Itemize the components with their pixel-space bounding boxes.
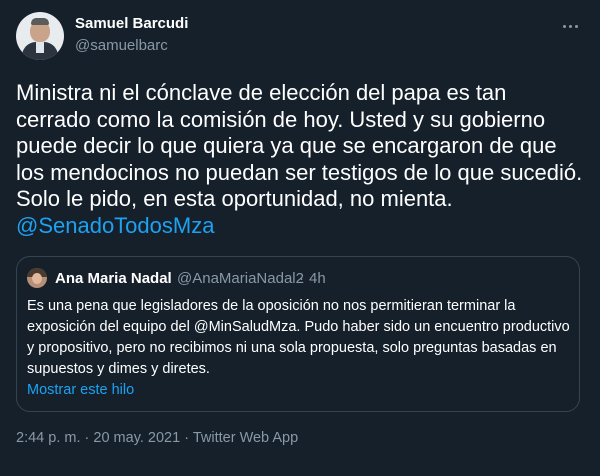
quoted-avatar-face — [32, 273, 42, 284]
more-horizontal-icon — [562, 24, 566, 28]
author-display-name[interactable]: Samuel Barcudi — [75, 15, 188, 32]
tweet-meta: 2:44 p. m. · 20 may. 2021 · Twitter Web … — [16, 430, 298, 446]
tweet-source: Twitter Web App — [192, 430, 299, 446]
quoted-author-handle[interactable]: @AnaMariaNadal2 — [177, 270, 304, 287]
tweet-card: Samuel Barcudi @samuelbarc Ministra ni e… — [0, 0, 600, 476]
meta-separator: · — [84, 430, 90, 446]
avatar-shirt — [36, 41, 44, 53]
quoted-timestamp[interactable]: 4h — [309, 270, 326, 287]
author-avatar[interactable] — [16, 12, 64, 60]
quoted-author-avatar[interactable] — [27, 268, 47, 288]
quoted-author-name[interactable]: Ana Maria Nadal — [55, 270, 172, 287]
tweet-text: Ministra ni el cónclave de elección del … — [16, 80, 586, 239]
tweet-time[interactable]: 2:44 p. m. — [16, 430, 80, 446]
tweet-mention-link[interactable]: @SenadoTodosMza — [16, 213, 214, 238]
avatar-hair — [31, 18, 49, 25]
tweet-body: Ministra ni el cónclave de elección del … — [16, 80, 583, 211]
quoted-tweet-text: Es una pena que legisladores de la oposi… — [27, 298, 570, 377]
author-handle[interactable]: @samuelbarc — [75, 37, 168, 54]
more-horizontal-icon-dot — [568, 24, 572, 28]
quoted-separator: · — [299, 270, 304, 287]
meta-separator: · — [184, 430, 190, 446]
show-thread-link[interactable]: Mostrar este hilo — [27, 382, 134, 398]
tweet-date[interactable]: 20 may. 2021 — [93, 430, 180, 446]
quoted-tweet[interactable]: Ana Maria Nadal @AnaMariaNadal2 · 4h Es … — [16, 256, 580, 412]
more-options-button[interactable] — [556, 12, 584, 40]
more-horizontal-icon-dot — [574, 24, 578, 28]
